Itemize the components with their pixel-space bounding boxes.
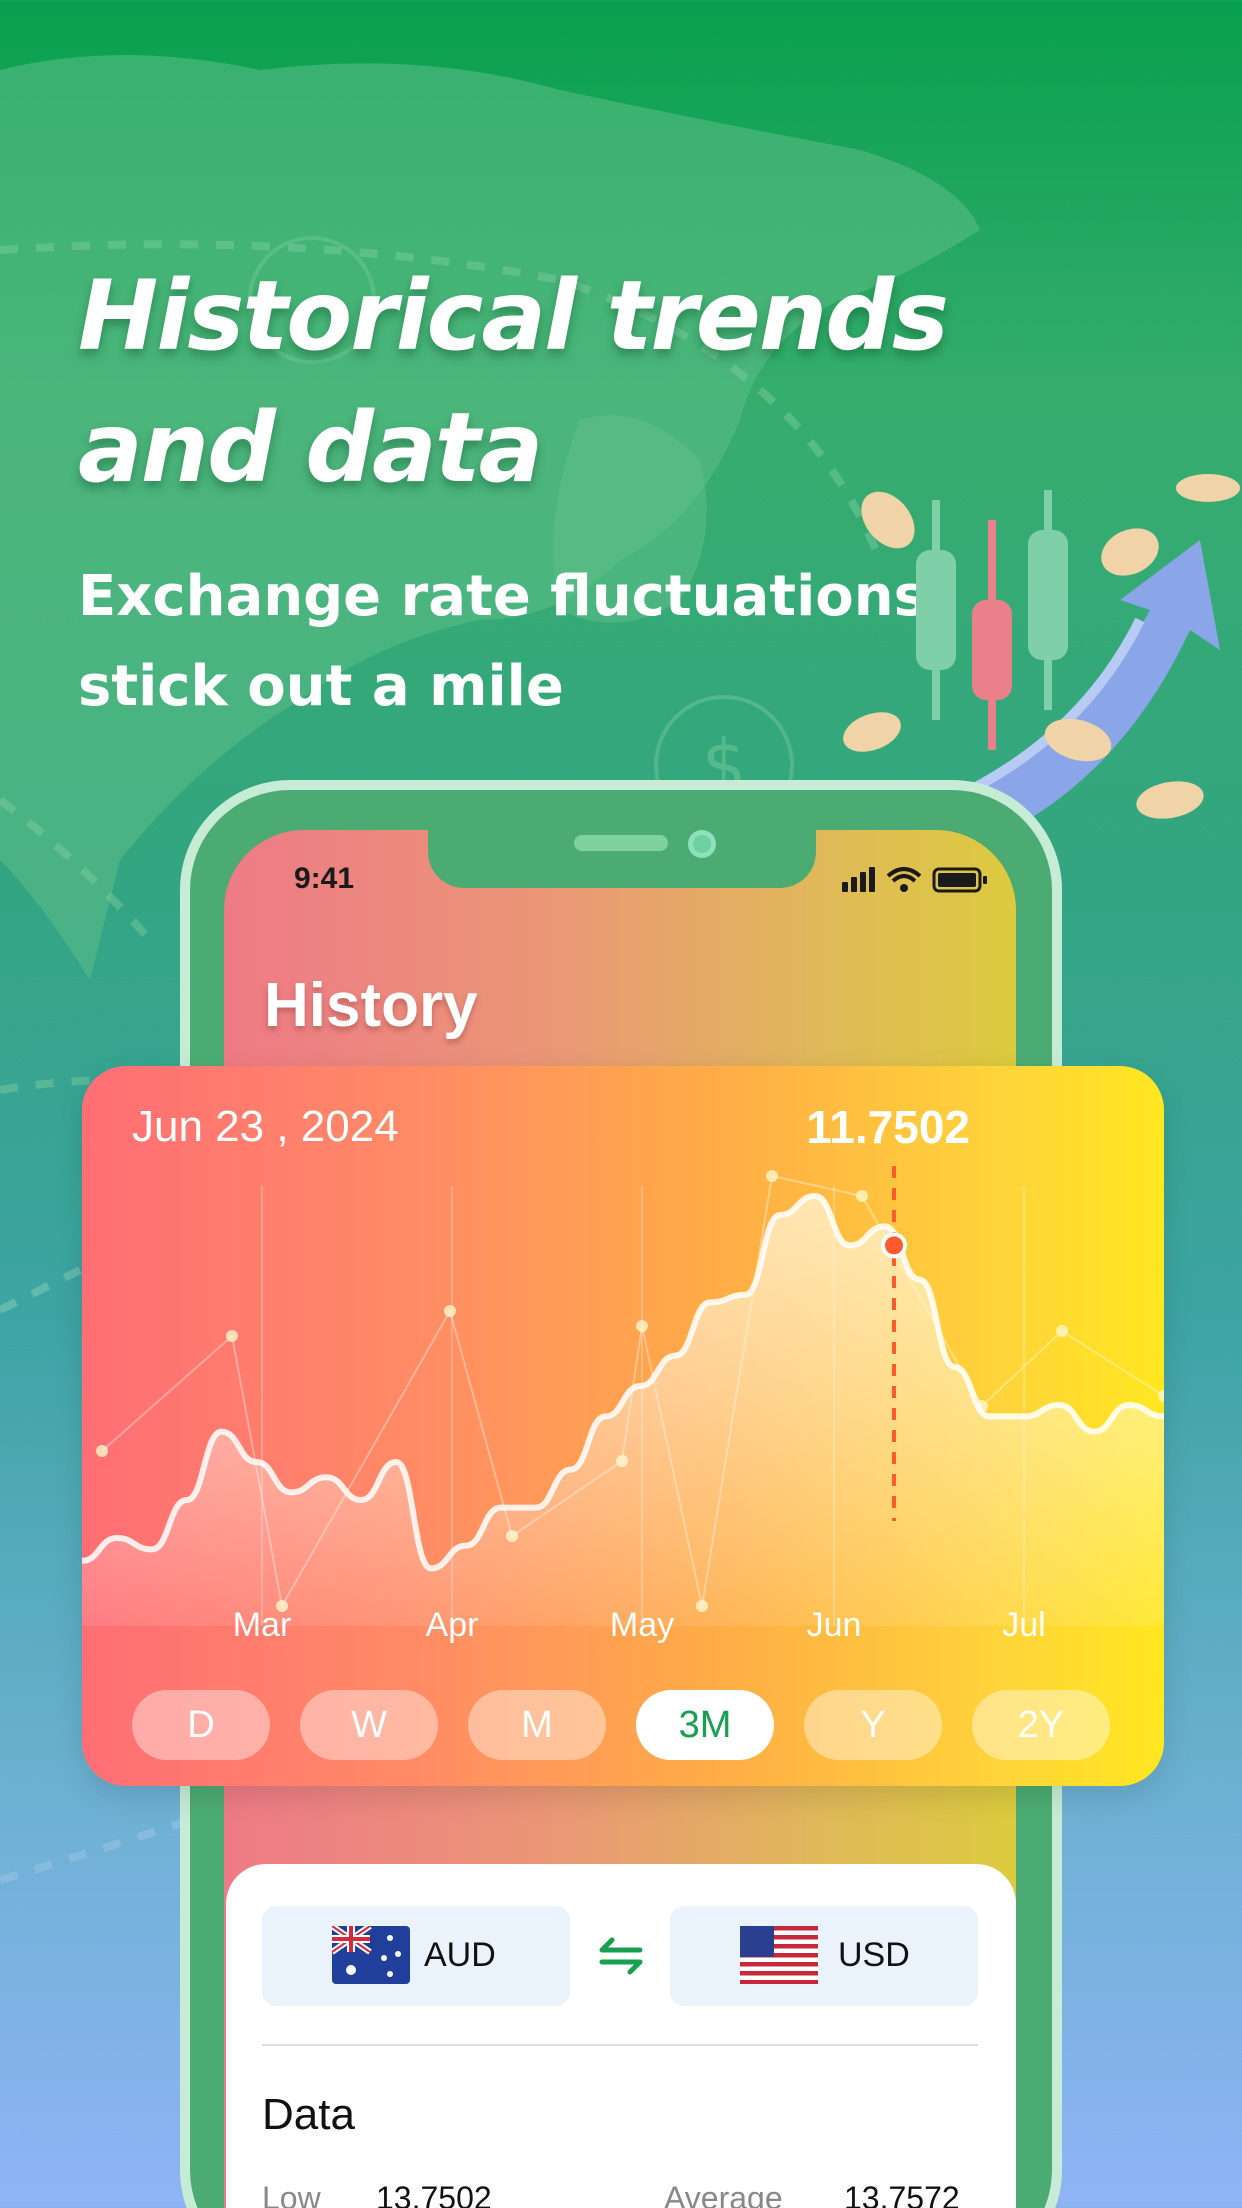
notch-camera — [688, 830, 716, 858]
swap-icon[interactable] — [596, 1934, 646, 1978]
battery-icon — [932, 867, 987, 893]
range-d-button[interactable]: D — [132, 1690, 270, 1760]
range-3m-button[interactable]: 3M — [636, 1690, 774, 1760]
signal-icon — [842, 867, 875, 892]
range-w-button[interactable]: W — [300, 1690, 438, 1760]
selected-date: Jun 23 , 2024 — [132, 1102, 399, 1151]
x-tick-label: May — [610, 1606, 674, 1644]
selected-value: 11.7502 — [806, 1101, 970, 1153]
selection-point[interactable] — [881, 1232, 907, 1259]
low-label: Low — [262, 2180, 321, 2208]
range-y-button[interactable]: Y — [804, 1690, 942, 1760]
background-point — [1056, 1325, 1068, 1337]
low-value: 13.7502 — [376, 2180, 492, 2208]
notch-speaker — [574, 835, 668, 851]
range-selector: D W M 3M Y 2Y — [132, 1690, 1132, 1760]
x-tick-label: Mar — [233, 1606, 292, 1644]
x-tick-label: Jul — [1002, 1606, 1045, 1644]
to-currency-code: USD — [838, 1936, 910, 1974]
range-2y-button[interactable]: 2Y — [972, 1690, 1110, 1760]
wifi-icon — [886, 867, 922, 892]
usa-flag-icon — [740, 1926, 818, 1984]
background-point — [856, 1190, 868, 1202]
australia-flag-icon — [332, 1926, 410, 1984]
series-area — [82, 1196, 1164, 1626]
status-time: 9:41 — [294, 862, 355, 895]
average-value: 13.7572 — [844, 2180, 960, 2208]
background-point — [96, 1445, 108, 1457]
average-label: Average — [664, 2180, 783, 2208]
background-point — [444, 1305, 456, 1317]
status-icons — [842, 867, 987, 893]
divider — [262, 2044, 978, 2046]
data-section-title: Data — [262, 2090, 355, 2139]
range-m-button[interactable]: M — [468, 1690, 606, 1760]
screen-title: History — [264, 971, 478, 1040]
x-tick-label: Apr — [426, 1606, 479, 1644]
from-currency-selector[interactable]: AUD — [262, 1906, 570, 2006]
chart-card[interactable]: Mar Apr May Jun Jul Jun 23 , 2024 11.7502 D … — [82, 1066, 1164, 1786]
background-point — [636, 1320, 648, 1332]
background-point — [226, 1330, 238, 1342]
to-currency-selector[interactable]: USD — [670, 1906, 978, 2006]
x-tick-label: Jun — [807, 1606, 862, 1644]
exchange-rate-chart[interactable]: Mar Apr May Jun Jul — [82, 1066, 1164, 1786]
background-point — [766, 1170, 778, 1182]
from-currency-code: AUD — [424, 1936, 496, 1974]
hero-title-line-1: Historical trends — [78, 260, 949, 372]
